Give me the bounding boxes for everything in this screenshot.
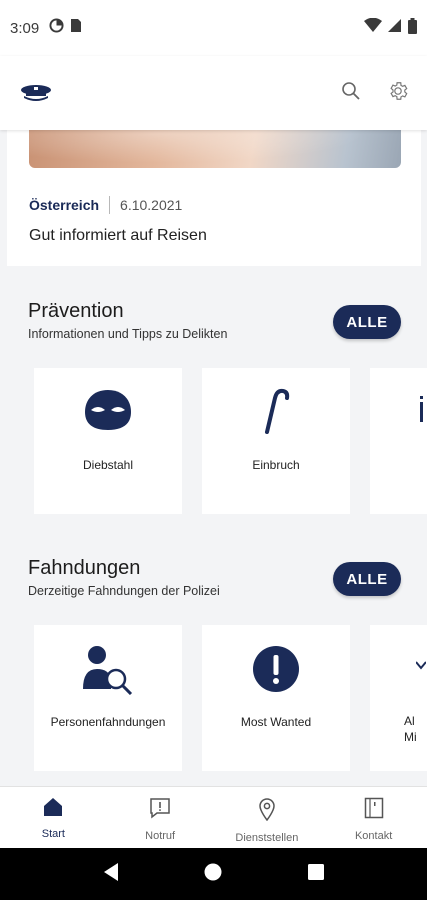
tile-label: Personenfahndungen [50,715,166,729]
praevention-all-button[interactable]: ALLE [333,305,401,339]
tile-einbruch[interactable]: Einbruch [202,368,350,514]
nav-start[interactable]: Start [0,787,107,848]
app-bar [0,56,427,130]
praevention-subtitle: Informationen und Tipps zu Delikten [28,327,228,341]
news-country: Österreich [29,197,100,213]
news-card[interactable]: Österreich 6.10.2021 Gut informiert auf … [7,130,421,266]
tile-diebstahl[interactable]: Diebstahl [34,368,182,514]
gear-icon[interactable] [387,80,409,107]
nav-label: Kontakt [354,830,393,842]
praevention-title: Prävention [28,300,124,322]
tile-partial-fahndungen[interactable]: Al Mi [370,625,427,771]
fahndungen-title: Fahndungen [28,557,141,579]
location-pin-icon [258,797,276,826]
data-saver-icon [49,18,64,38]
status-time: 3:09 [10,19,40,37]
police-cap-logo-icon[interactable] [18,81,54,105]
tile-most-wanted[interactable]: Most Wanted [202,625,350,771]
wifi-icon [364,17,382,38]
partial-tile-label: Al Mi [404,714,417,744]
exclamation-icon [252,645,300,698]
partial-tile-icon [415,657,427,675]
crowbar-icon [261,388,291,439]
tile-label: Einbruch [252,458,300,472]
nav-notruf[interactable]: Notruf [107,787,214,848]
fahndungen-all-button[interactable]: ALLE [333,562,401,596]
bottom-navigation: Start Notruf Dienststellen Kontakt [0,786,427,848]
tile-personenfahndungen[interactable]: Personenfahndungen [34,625,182,771]
system-navigation-bar [0,848,427,900]
home-circle-icon[interactable] [203,862,223,887]
sim-card-icon [70,18,82,38]
back-icon[interactable] [102,862,120,887]
nav-dienststellen[interactable]: Dienststellen [214,787,321,848]
tile-partial-praevention[interactable] [370,368,427,514]
cellular-signal-icon [388,18,402,38]
search-icon[interactable] [341,81,361,106]
contact-book-icon [364,797,384,824]
nav-label: Notruf [145,830,176,842]
nav-label: Dienststellen [235,832,299,844]
news-headline: Gut informiert auf Reisen [29,227,207,244]
meta-divider [109,196,111,214]
nav-kontakt[interactable]: Kontakt [320,787,427,848]
home-icon [42,797,64,822]
tile-label: Diebstahl [82,458,134,472]
partial-tile-icon [418,396,426,429]
news-image [29,130,401,168]
news-date: 6.10.2021 [120,197,183,213]
status-bar: 3:09 [0,0,427,56]
tile-label: Most Wanted [240,715,312,729]
recents-icon[interactable] [307,863,325,886]
person-search-icon [81,645,135,700]
emergency-icon [149,797,171,824]
fahndungen-subtitle: Derzeitige Fahndungen der Polizei [28,584,220,598]
mask-icon [83,388,133,437]
nav-label: Start [41,828,65,840]
battery-icon [408,17,417,39]
